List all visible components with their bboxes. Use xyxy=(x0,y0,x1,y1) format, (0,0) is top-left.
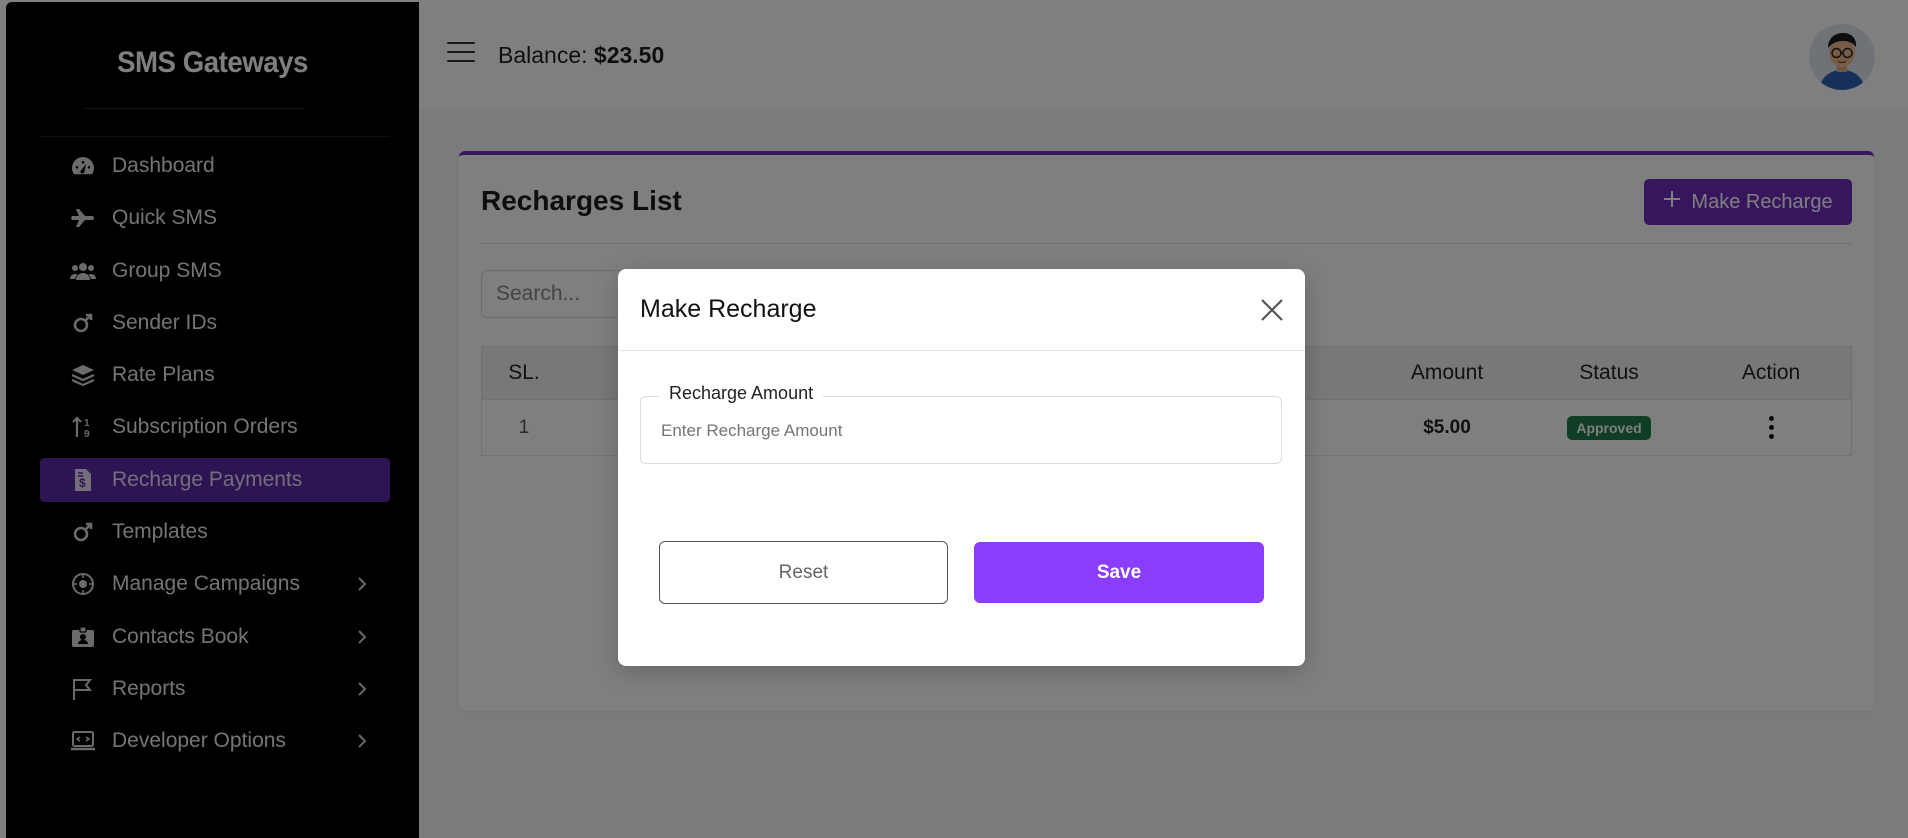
save-button[interactable]: Save xyxy=(974,542,1264,603)
close-icon[interactable] xyxy=(1259,297,1285,323)
make-recharge-modal: Make Recharge Recharge Amount Reset Save xyxy=(618,269,1305,666)
recharge-amount-label: Recharge Amount xyxy=(659,383,824,404)
recharge-amount-field: Recharge Amount xyxy=(640,383,1282,464)
modal-title: Make Recharge xyxy=(640,295,817,323)
modal-divider xyxy=(618,350,1305,351)
reset-button[interactable]: Reset xyxy=(659,541,948,604)
recharge-amount-input[interactable] xyxy=(661,421,1261,441)
